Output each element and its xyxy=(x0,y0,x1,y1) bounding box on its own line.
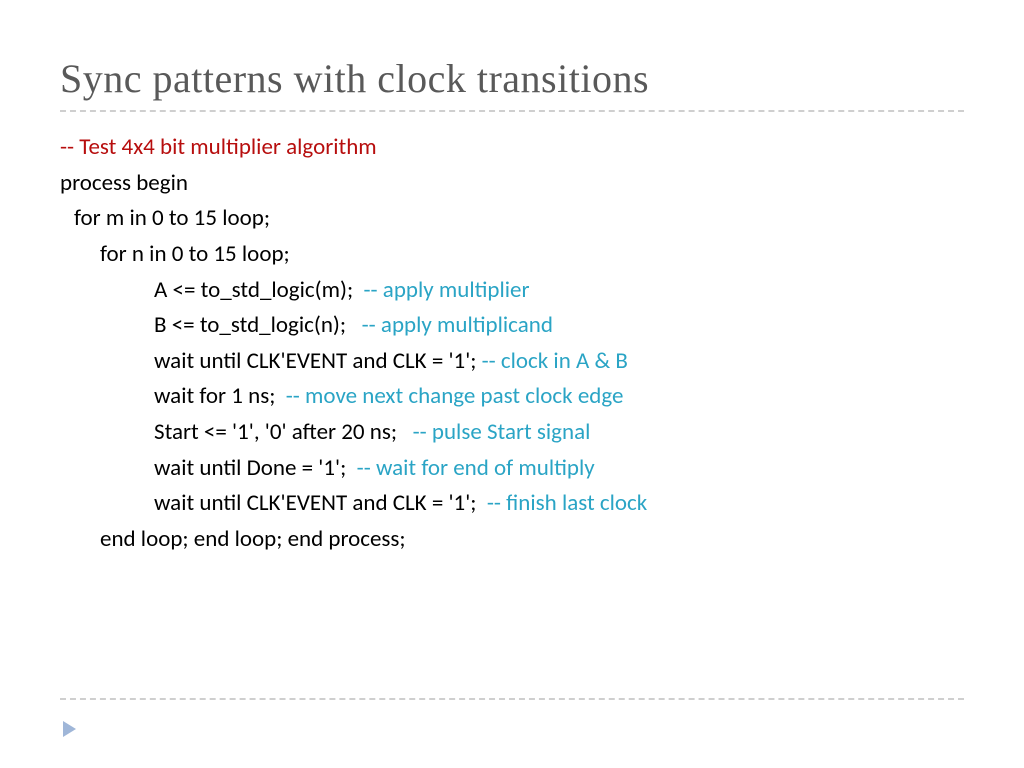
title-divider xyxy=(60,110,964,112)
code-line: -- Test 4x4 bit multiplier algorithm xyxy=(60,130,964,166)
code-text: wait for 1 ns; xyxy=(154,382,286,410)
code-comment: -- pulse Start signal xyxy=(413,418,591,446)
comment-header: -- Test 4x4 bit multiplier algorithm xyxy=(60,133,377,161)
code-line: for m in 0 to 15 loop; xyxy=(74,201,964,237)
code-text: B <= to_std_logic(n); xyxy=(154,311,362,339)
slide-title: Sync patterns with clock transitions xyxy=(60,55,964,102)
code-line: wait until CLK'EVENT and CLK = '1'; -- c… xyxy=(154,344,964,380)
code-line: Start <= '1', '0' after 20 ns; -- pulse … xyxy=(154,415,964,451)
code-line: wait until Done = '1'; -- wait for end o… xyxy=(154,451,964,487)
code-line: process begin xyxy=(60,166,964,202)
code-line: end loop; end loop; end process; xyxy=(100,522,964,558)
arrow-icon xyxy=(60,718,82,740)
footer-divider xyxy=(60,698,964,700)
code-text: process begin xyxy=(60,169,188,197)
code-block: -- Test 4x4 bit multiplier algorithm pro… xyxy=(60,130,964,558)
code-line: wait for 1 ns; -- move next change past … xyxy=(154,379,964,415)
slide-container: Sync patterns with clock transitions -- … xyxy=(0,0,1024,768)
code-line: wait until CLK'EVENT and CLK = '1'; -- f… xyxy=(154,486,964,522)
code-line: A <= to_std_logic(m); -- apply multiplie… xyxy=(154,273,964,309)
code-line: B <= to_std_logic(n); -- apply multiplic… xyxy=(154,308,964,344)
code-text: wait until Done = '1'; xyxy=(154,454,357,482)
code-comment: -- move next change past clock edge xyxy=(286,382,624,410)
code-text: wait until CLK'EVENT and CLK = '1'; xyxy=(154,347,482,375)
code-comment: -- apply multiplicand xyxy=(362,311,553,339)
code-line: for n in 0 to 15 loop; xyxy=(100,237,964,273)
code-text: A <= to_std_logic(m); xyxy=(154,276,364,304)
code-text: end loop; end loop; end process; xyxy=(100,525,406,553)
code-text: for m in 0 to 15 loop; xyxy=(74,204,270,232)
code-comment: -- wait for end of multiply xyxy=(357,454,595,482)
code-comment: -- finish last clock xyxy=(487,489,647,517)
code-comment: -- clock in A & B xyxy=(482,347,628,375)
code-text: for n in 0 to 15 loop; xyxy=(100,240,290,268)
code-comment: -- apply multiplier xyxy=(364,276,530,304)
code-text: Start <= '1', '0' after 20 ns; xyxy=(154,418,413,446)
code-text: wait until CLK'EVENT and CLK = '1'; xyxy=(154,489,487,517)
